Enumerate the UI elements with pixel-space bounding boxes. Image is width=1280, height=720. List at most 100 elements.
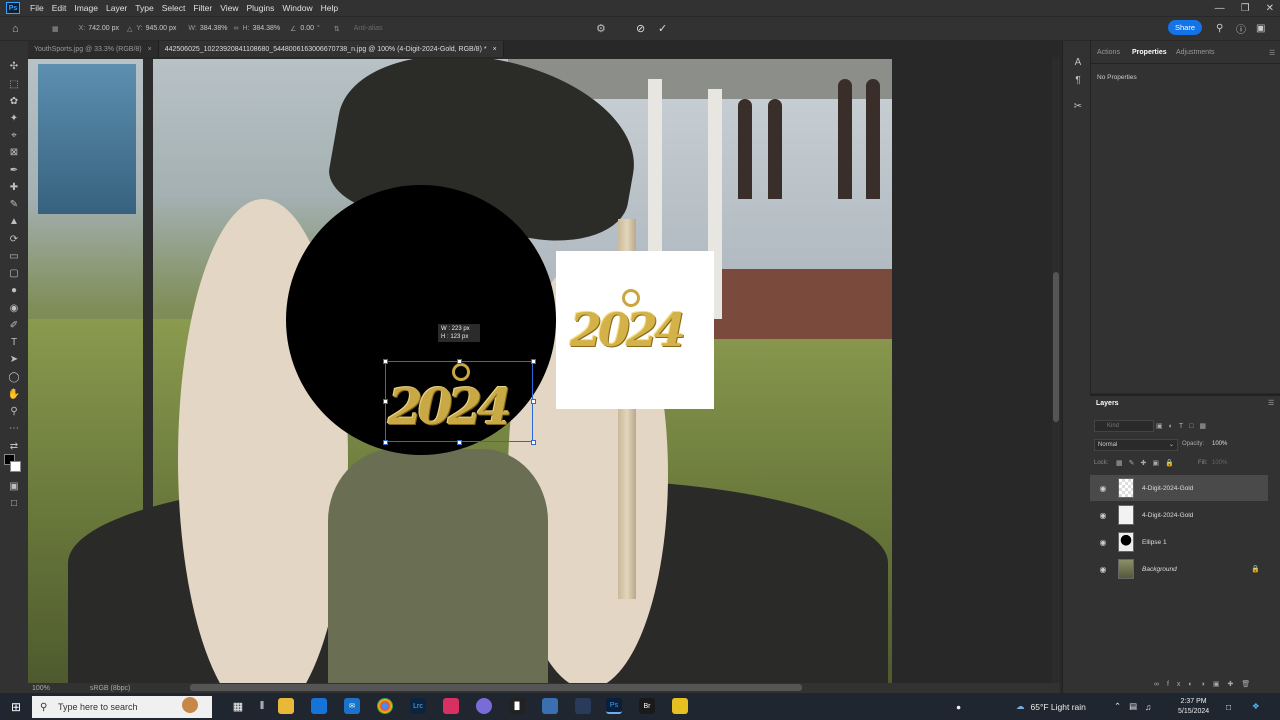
tab-adjustments[interactable]: Adjustments — [1176, 49, 1215, 56]
h-value[interactable]: 384.38% — [252, 25, 280, 32]
menu-plugins[interactable]: Plugins — [242, 3, 278, 13]
photoshop-taskbar-icon[interactable]: Ps — [606, 698, 622, 714]
transform-handle[interactable] — [531, 440, 536, 445]
gradient-tool-icon[interactable]: ▢ — [7, 268, 21, 280]
restore-icon[interactable]: ❐ — [1241, 3, 1250, 14]
swap-colors-icon[interactable]: ⇄ — [7, 441, 21, 453]
help-icon[interactable]: ⓘ — [1236, 21, 1246, 36]
task-view-icon[interactable]: ▦ — [230, 698, 246, 714]
layer-row-ellipse[interactable]: ◉ Ellipse 1 — [1090, 529, 1268, 555]
crop-tool-icon[interactable]: ⌖ — [7, 130, 21, 142]
chrome-icon[interactable] — [377, 698, 393, 714]
type-tool-icon[interactable]: T — [7, 337, 21, 349]
app-icon-purple[interactable] — [476, 698, 492, 714]
menu-select[interactable]: Select — [158, 3, 190, 13]
x-field[interactable]: X: 742.00 px — [79, 25, 119, 32]
commit-transform-icon[interactable]: ✓ — [658, 22, 667, 35]
app-icon-dark[interactable]: █ — [509, 698, 525, 714]
mail-icon[interactable]: ✉ — [344, 698, 360, 714]
menu-view[interactable]: View — [216, 3, 242, 13]
visibility-eye-icon[interactable]: ◉ — [1096, 565, 1110, 574]
visibility-eye-icon[interactable]: ◉ — [1096, 538, 1110, 547]
menu-file[interactable]: File — [26, 3, 48, 13]
cancel-transform-icon[interactable]: ⊘ — [636, 22, 645, 35]
system-tray-icons[interactable]: ⌃ ▤ ♫ — [1114, 693, 1152, 720]
cookie-widget-icon[interactable] — [182, 697, 198, 713]
more-tools-icon[interactable]: ⋯ — [7, 423, 21, 435]
visibility-eye-icon[interactable]: ◉ — [1096, 511, 1110, 520]
photoshop-logo-icon[interactable]: Ps — [6, 2, 20, 14]
object-select-tool-icon[interactable]: ✦ — [7, 113, 21, 125]
app-icon-yellow[interactable] — [672, 698, 688, 714]
close-icon[interactable]: ✕ — [1266, 3, 1274, 14]
layer-row-background[interactable]: ◉ Background 🔒 — [1090, 556, 1268, 582]
x-value[interactable]: 742.00 px — [88, 25, 119, 32]
eraser-tool-icon[interactable]: ▭ — [7, 251, 21, 263]
transform-handle[interactable] — [457, 440, 462, 445]
panel-menu-icon[interactable]: ☰ — [1269, 49, 1275, 57]
healing-brush-tool-icon[interactable]: ✚ — [7, 182, 21, 194]
interpolation-icon[interactable]: ⇅ — [334, 25, 340, 33]
bridge-icon[interactable]: Br — [639, 698, 655, 714]
angle-value[interactable]: 0.00 — [300, 25, 314, 32]
warp-icon[interactable]: ⚙ — [596, 22, 606, 35]
lasso-tool-icon[interactable]: ✿ — [7, 96, 21, 108]
transform-handle[interactable] — [383, 359, 388, 364]
frame-tool-icon[interactable]: ⊠ — [7, 147, 21, 159]
store-icon[interactable] — [311, 698, 327, 714]
clock[interactable]: 2:37 PM 5/15/2024 — [1178, 693, 1209, 720]
layer-row-gold[interactable]: ◉ 4-Digit-2024-Gold — [1090, 502, 1268, 528]
copilot-icon[interactable]: ❖ — [1252, 693, 1260, 720]
app-icon-navy[interactable] — [575, 698, 591, 714]
tray-app-icon[interactable]: ● — [956, 693, 961, 720]
antialias-checkbox[interactable]: Anti-alias — [354, 25, 383, 32]
minimize-icon[interactable]: — — [1215, 3, 1225, 14]
layers-title[interactable]: Layers — [1096, 400, 1119, 407]
blur-tool-icon[interactable]: ● — [7, 285, 21, 297]
gold-2024-layer-original[interactable]: 2024 — [556, 251, 714, 409]
layers-menu-icon[interactable]: ☰ — [1268, 399, 1274, 407]
windows-start-icon[interactable]: ⊞ — [8, 699, 24, 715]
screen-mode-icon[interactable]: □ — [7, 498, 21, 510]
eyedropper-tool-icon[interactable]: ✒ — [7, 165, 21, 177]
blend-mode-select[interactable]: Normal ⌄ — [1094, 439, 1178, 451]
canvas-area[interactable]: 2024 2024 W : 223 px H : 123 px — [28, 57, 1052, 683]
volume-icon[interactable]: ♫ — [1145, 702, 1151, 712]
menu-image[interactable]: Image — [70, 3, 102, 13]
brush-tool-icon[interactable]: ✎ — [7, 199, 21, 211]
w-field[interactable]: W: 384.38% — [188, 25, 227, 32]
w-value[interactable]: 384.38% — [200, 25, 228, 32]
horizontal-scrollbar[interactable] — [190, 684, 802, 691]
menu-edit[interactable]: Edit — [48, 3, 71, 13]
reference-point-icon[interactable]: ▦ — [52, 25, 59, 33]
delta-icon[interactable]: △ — [127, 25, 132, 33]
scroll-thumb[interactable] — [1053, 272, 1059, 422]
tab-actions[interactable]: Actions — [1097, 49, 1120, 56]
marquee-tool-icon[interactable]: ⬚ — [7, 79, 21, 91]
pen-tool-icon[interactable]: ✐ — [7, 320, 21, 332]
tab-close-icon[interactable]: × — [148, 46, 152, 53]
menu-window[interactable]: Window — [278, 3, 316, 13]
workspace-icon[interactable]: ▣ — [1256, 23, 1265, 34]
app-icon-blue[interactable] — [542, 698, 558, 714]
zoom-tool-icon[interactable]: ⚲ — [7, 406, 21, 418]
lightroom-classic-icon[interactable]: Lrc — [410, 698, 426, 714]
hand-tool-icon[interactable]: ✋ — [7, 389, 21, 401]
dodge-tool-icon[interactable]: ◉ — [7, 303, 21, 315]
layer-row-gold-copy[interactable]: ◉ 4-Digit-2024-Gold — [1090, 475, 1268, 501]
tab-properties[interactable]: Properties — [1132, 49, 1167, 56]
quick-mask-icon[interactable]: ▣ — [7, 481, 21, 493]
transform-handle[interactable] — [531, 359, 536, 364]
creative-cloud-app-icon[interactable] — [443, 698, 459, 714]
y-value[interactable]: 945.00 px — [146, 25, 177, 32]
paragraph-panel-icon[interactable]: ¶ — [1071, 75, 1085, 87]
transform-handle[interactable] — [457, 359, 462, 364]
menu-filter[interactable]: Filter — [189, 3, 216, 13]
share-button[interactable]: Share — [1168, 20, 1202, 35]
shape-tool-icon[interactable]: ◯ — [7, 372, 21, 384]
fill-value[interactable]: 100% — [1212, 460, 1227, 466]
h-field[interactable]: H: 384.38% — [242, 25, 280, 32]
layer-filter-icons[interactable]: ▣◐T□▦ — [1156, 422, 1212, 430]
tab-youthsports[interactable]: YouthSports.jpg @ 33.3% (RGB/8) × — [28, 41, 159, 57]
move-tool-icon[interactable]: ✣ — [7, 61, 21, 73]
